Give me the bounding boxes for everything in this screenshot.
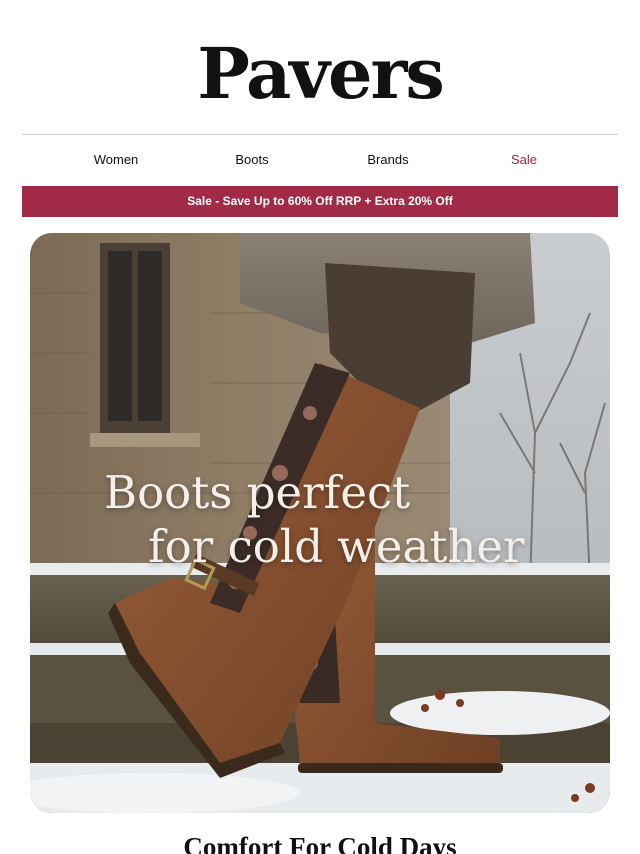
nav-women[interactable]: Women — [56, 150, 176, 170]
section-heading: Comfort For Cold Days — [183, 832, 457, 854]
header-divider — [22, 134, 618, 135]
nav-boots[interactable]: Boots — [192, 150, 312, 170]
nav-brands[interactable]: Brands — [328, 150, 448, 170]
main-nav: Women Boots Brands Sale — [22, 150, 618, 172]
hero-headline-line1: Boots perfect — [104, 466, 411, 519]
hero-headline-line2: for cold weather — [148, 520, 525, 573]
pavers-logo[interactable]: Pavers — [0, 34, 640, 114]
sale-banner[interactable]: Sale - Save Up to 60% Off RRP + Extra 20… — [22, 186, 618, 217]
nav-sale[interactable]: Sale — [464, 150, 584, 170]
hero-image[interactable]: Boots perfect for cold weather — [30, 233, 610, 813]
